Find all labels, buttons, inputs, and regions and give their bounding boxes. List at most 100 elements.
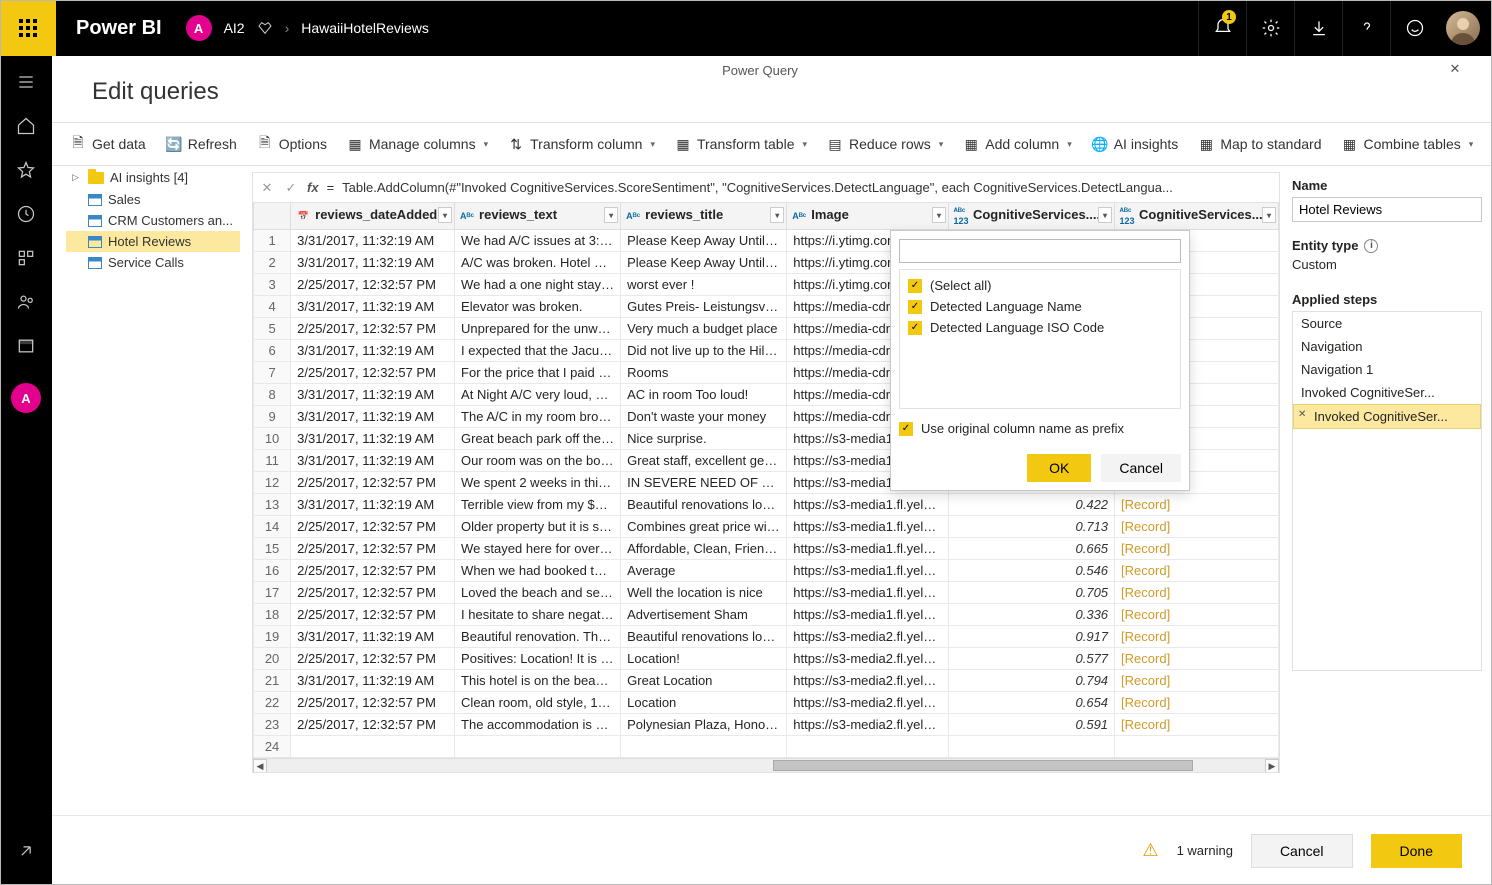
cell[interactable]: For the price that I paid for...	[455, 361, 621, 383]
cell[interactable]: 3/31/2017, 11:32:19 AM	[291, 229, 455, 251]
table-row[interactable]: 142/25/2017, 12:32:57 PMOlder property b…	[254, 515, 1279, 537]
close-icon[interactable]: ✕	[1446, 60, 1464, 78]
cell[interactable]	[787, 735, 949, 757]
horizontal-scrollbar[interactable]: ◀ ▶	[253, 758, 1279, 772]
scroll-right-button[interactable]: ▶	[1265, 759, 1279, 772]
cancel-formula-icon[interactable]: ✕	[259, 180, 275, 196]
table-row[interactable]: 193/31/2017, 11:32:19 AMBeautiful renova…	[254, 625, 1279, 647]
cell[interactable]: 2/25/2017, 12:32:57 PM	[291, 559, 455, 581]
cell[interactable]: https://s3-media1.fl.yelpcd...	[787, 493, 949, 515]
cell[interactable]: Our room was on the bott...	[455, 449, 621, 471]
cell[interactable]	[291, 735, 455, 757]
cell[interactable]: 3/31/2017, 11:32:19 AM	[291, 383, 455, 405]
formula-bar[interactable]: ✕ ✓ fx = Table.AddColumn(#"Invoked Cogni…	[253, 173, 1279, 203]
cell[interactable]: 0.665	[948, 537, 1114, 559]
cell[interactable]: Location!	[621, 647, 787, 669]
cell[interactable]: Average	[621, 559, 787, 581]
help-button[interactable]	[1342, 0, 1390, 56]
table-row[interactable]: 152/25/2017, 12:32:57 PMWe stayed here f…	[254, 537, 1279, 559]
refresh-button[interactable]: 🔄Refresh	[166, 136, 237, 152]
cell[interactable]: Elevator was broken.	[455, 295, 621, 317]
nav-shared[interactable]	[0, 280, 52, 324]
app-launcher-button[interactable]	[0, 0, 56, 56]
cell-record[interactable]: [Record]	[1115, 713, 1279, 735]
info-icon[interactable]: i	[1364, 239, 1378, 253]
nav-workspaces[interactable]	[0, 324, 52, 368]
popup-option-select-all[interactable]: ✓(Select all)	[908, 278, 1172, 293]
cell[interactable]: Great staff, excellent getaw...	[621, 449, 787, 471]
cell[interactable]: 2/25/2017, 12:32:57 PM	[291, 581, 455, 603]
table-row[interactable]: 222/25/2017, 12:32:57 PMClean room, old …	[254, 691, 1279, 713]
cell[interactable]: 2/25/2017, 12:32:57 PM	[291, 273, 455, 295]
cell[interactable]: Don't waste your money	[621, 405, 787, 427]
cell[interactable]: Location	[621, 691, 787, 713]
cell[interactable]: AC in room Too loud!	[621, 383, 787, 405]
cell[interactable]: Advertisement Sham	[621, 603, 787, 625]
cell[interactable]: 0.336	[948, 603, 1114, 625]
notifications-button[interactable]: 1	[1198, 0, 1246, 56]
cell[interactable]: worst ever !	[621, 273, 787, 295]
cell[interactable]: IN SEVERE NEED OF UPDA...	[621, 471, 787, 493]
cell[interactable]: 2/25/2017, 12:32:57 PM	[291, 691, 455, 713]
cell[interactable]: 3/31/2017, 11:32:19 AM	[291, 427, 455, 449]
user-avatar[interactable]	[1446, 11, 1480, 45]
cell[interactable]: Beautiful renovation. The h...	[455, 625, 621, 647]
column-header[interactable]: ᴬᴮᶜ123CognitiveServices....▾	[1115, 203, 1279, 229]
settings-button[interactable]	[1246, 0, 1294, 56]
feedback-button[interactable]	[1390, 0, 1438, 56]
cell-record[interactable]: [Record]	[1115, 559, 1279, 581]
ok-button[interactable]: OK	[1027, 454, 1091, 482]
cell-record[interactable]: [Record]	[1115, 603, 1279, 625]
cell[interactable]: We had a one night stay at...	[455, 273, 621, 295]
applied-step[interactable]: Navigation	[1293, 335, 1481, 358]
query-item[interactable]: Service Calls	[66, 252, 240, 273]
table-row[interactable]: 172/25/2017, 12:32:57 PMLoved the beach …	[254, 581, 1279, 603]
cell[interactable]: Combines great price with ...	[621, 515, 787, 537]
cell[interactable]: https://s3-media2.fl.yelpcd...	[787, 647, 949, 669]
cell-record[interactable]: [Record]	[1115, 691, 1279, 713]
cell[interactable]: Great beach park off the la...	[455, 427, 621, 449]
cell-record[interactable]	[1115, 735, 1279, 757]
table-row[interactable]: 162/25/2017, 12:32:57 PMWhen we had book…	[254, 559, 1279, 581]
column-filter-button[interactable]: ▾	[604, 207, 618, 223]
cancel-button[interactable]: Cancel	[1101, 454, 1181, 482]
nav-favorites[interactable]	[0, 148, 52, 192]
column-filter-button[interactable]: ▾	[1262, 207, 1276, 223]
cell[interactable]: 3/31/2017, 11:32:19 AM	[291, 625, 455, 647]
cell[interactable]	[455, 735, 621, 757]
cell[interactable]: 2/25/2017, 12:32:57 PM	[291, 537, 455, 559]
queries-folder[interactable]: ▷ AI insights [4]	[66, 166, 240, 189]
commit-formula-icon[interactable]: ✓	[283, 180, 299, 196]
nav-hamburger[interactable]	[0, 60, 52, 104]
column-filter-button[interactable]: ▾	[1098, 207, 1112, 223]
footer-done-button[interactable]: Done	[1371, 834, 1462, 868]
column-header[interactable]: ᴬᴮᶜ123CognitiveServices....▾	[948, 203, 1114, 229]
cell[interactable]: Did not live up to the Hilto...	[621, 339, 787, 361]
cell[interactable]: https://s3-media1.fl.yelpcd...	[787, 559, 949, 581]
cell-record[interactable]: [Record]	[1115, 669, 1279, 691]
column-header[interactable]: AᴮᶜImage▾	[787, 203, 949, 229]
column-header[interactable]: Aᴮᶜreviews_text▾	[455, 203, 621, 229]
fx-icon[interactable]: fx	[307, 180, 319, 195]
cell[interactable]: 2/25/2017, 12:32:57 PM	[291, 361, 455, 383]
cell[interactable]: I hesitate to share negative...	[455, 603, 621, 625]
cell[interactable]: Affordable, Clean, Friendly ...	[621, 537, 787, 559]
cell[interactable]: 2/25/2017, 12:32:57 PM	[291, 471, 455, 493]
cell[interactable]: https://s3-media2.fl.yelpcd...	[787, 691, 949, 713]
nav-apps[interactable]	[0, 236, 52, 280]
cell[interactable]: 3/31/2017, 11:32:19 AM	[291, 449, 455, 471]
formula-text[interactable]: Table.AddColumn(#"Invoked CognitiveServi…	[342, 180, 1273, 195]
cell[interactable]: 0.546	[948, 559, 1114, 581]
cell[interactable]: Please Keep Away Until Co...	[621, 229, 787, 251]
cell[interactable]: At Night A/C very loud, als...	[455, 383, 621, 405]
cell-record[interactable]: [Record]	[1115, 537, 1279, 559]
cell[interactable]: I expected that the Jacuzzi ...	[455, 339, 621, 361]
cell[interactable]: The accommodation is bas...	[455, 713, 621, 735]
cell[interactable]: 0.654	[948, 691, 1114, 713]
popup-option-lang-name[interactable]: ✓Detected Language Name	[908, 299, 1172, 314]
cell[interactable]: 3/31/2017, 11:32:19 AM	[291, 251, 455, 273]
cell[interactable]: 3/31/2017, 11:32:19 AM	[291, 295, 455, 317]
cell[interactable]: A/C was broken. Hotel was...	[455, 251, 621, 273]
column-filter-button[interactable]: ▾	[932, 207, 946, 223]
cell[interactable]: Please Keep Away Until Co...	[621, 251, 787, 273]
